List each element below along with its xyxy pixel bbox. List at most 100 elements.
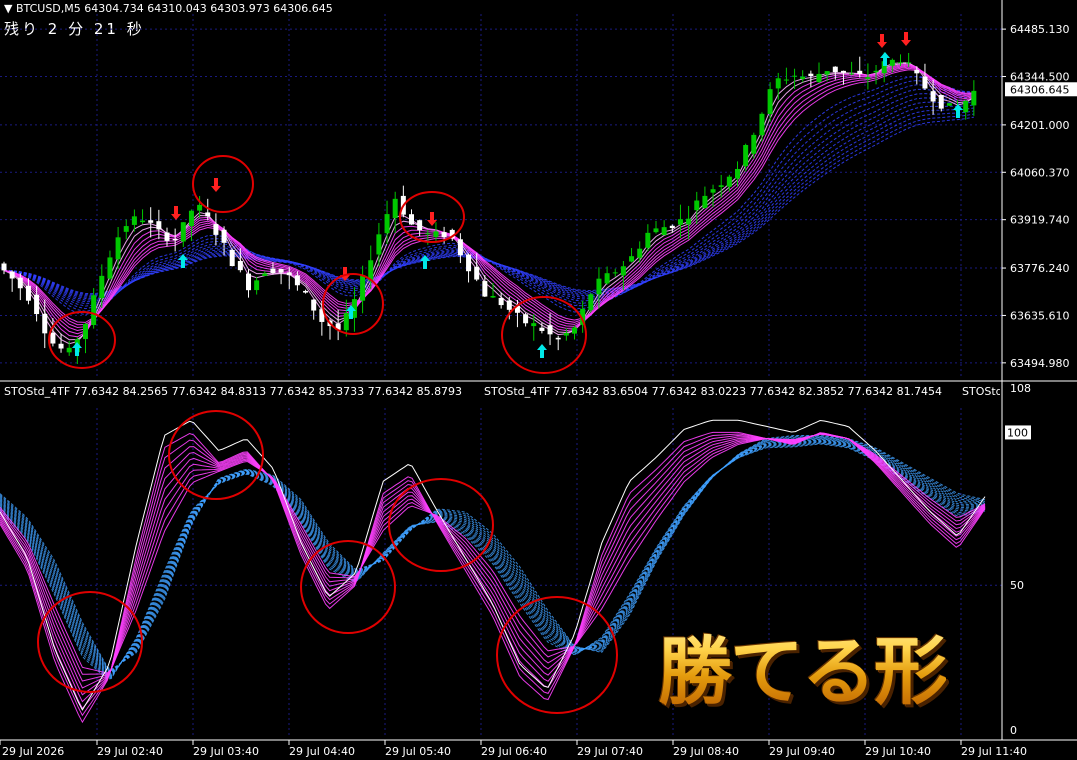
candle-body xyxy=(83,323,88,340)
candle-body xyxy=(311,299,317,311)
candle-body xyxy=(946,103,952,106)
candle-body xyxy=(482,281,488,297)
candle-body xyxy=(906,62,912,64)
time-tick-label: 29 Jul 07:40 xyxy=(577,745,643,758)
candle-body xyxy=(254,280,260,291)
candle-body xyxy=(278,269,284,273)
current-price-label: 64306.645 xyxy=(1010,83,1070,96)
candle-body xyxy=(506,300,512,310)
candle-body xyxy=(197,204,203,211)
candle-body xyxy=(66,347,72,353)
candle-body xyxy=(466,254,472,272)
candle-body xyxy=(849,73,855,75)
time-tick-label: 29 Jul 10:40 xyxy=(865,745,931,758)
candle-body xyxy=(694,200,700,211)
candle-body xyxy=(710,189,716,193)
candle-body xyxy=(816,73,822,83)
candle-body xyxy=(531,323,537,327)
candle-body xyxy=(840,70,846,73)
candle-body xyxy=(971,90,977,106)
candle-body xyxy=(759,113,765,136)
candle-body xyxy=(767,89,773,114)
candle-body xyxy=(115,237,121,260)
candle-body xyxy=(107,257,113,279)
ma-fast-line xyxy=(3,63,975,338)
candle-body xyxy=(229,249,235,267)
candle-body xyxy=(425,233,431,235)
candle-body xyxy=(783,79,789,81)
candle-body xyxy=(661,227,667,236)
candle-body xyxy=(596,278,602,295)
candle-body xyxy=(800,76,806,79)
candles xyxy=(1,52,977,364)
buy-arrow-icon xyxy=(537,344,547,358)
time-tick-label: 29 Jul 02:40 xyxy=(97,745,163,758)
candle-body xyxy=(42,313,48,334)
candle-body xyxy=(629,256,635,262)
ma-fast-line xyxy=(3,62,975,341)
candle-body xyxy=(832,66,838,73)
candle-body xyxy=(1,263,7,271)
time-tick-label: 29 Jul 04:40 xyxy=(289,745,355,758)
time-tick-label: 29 Jul 09:40 xyxy=(769,745,835,758)
candle-body xyxy=(140,220,146,223)
candle-body xyxy=(457,239,463,256)
candle-body xyxy=(286,272,292,276)
candle-body xyxy=(938,95,944,109)
time-tick-label: 29 Jul 08:40 xyxy=(673,745,739,758)
highlight-circle xyxy=(300,540,396,634)
candle-body xyxy=(294,275,300,286)
time-tick-label: 29 Jul 06:40 xyxy=(481,745,547,758)
candle-body xyxy=(376,234,382,255)
candle-body xyxy=(555,337,561,340)
candle-body xyxy=(213,224,219,235)
candle-body xyxy=(34,294,40,315)
candle-body xyxy=(50,332,56,344)
ma-fast-line xyxy=(3,69,974,323)
candle-body xyxy=(743,145,749,167)
price-tick-label: 63919.740 xyxy=(1010,214,1070,227)
candle-body xyxy=(131,216,137,225)
candle-body xyxy=(9,271,15,279)
candle-body xyxy=(58,343,64,349)
price-tick-label: 63635.610 xyxy=(1010,309,1070,322)
candle-body xyxy=(726,176,732,187)
candle-body xyxy=(343,313,349,331)
candle-body xyxy=(792,75,798,77)
candle-body xyxy=(751,134,757,154)
candle-body xyxy=(490,295,496,298)
candle-body xyxy=(563,333,569,336)
candle-body xyxy=(409,214,414,225)
candle-body xyxy=(669,225,675,229)
ma-slow-line xyxy=(3,107,974,298)
highlight-circle xyxy=(496,596,618,714)
candle-body xyxy=(686,218,692,225)
osc-tick-label: 100 xyxy=(1007,426,1028,439)
time-tick-label: 29 Jul 2026 xyxy=(2,745,64,758)
candle-body xyxy=(498,297,504,306)
candle-body xyxy=(474,266,480,280)
candle-body xyxy=(156,221,162,230)
ma-fast-line xyxy=(3,62,975,345)
highlight-circle xyxy=(48,311,116,369)
candle-body xyxy=(188,210,194,226)
sell-arrow-icon xyxy=(211,178,221,192)
sell-arrow-icon xyxy=(171,206,181,220)
osc-tick-label: 108 xyxy=(1010,382,1031,395)
time-tick-label: 29 Jul 11:40 xyxy=(961,745,1027,758)
price-tick-label: 64344.500 xyxy=(1010,71,1070,84)
candle-body xyxy=(865,77,871,80)
candle-body xyxy=(645,232,651,248)
candle-body xyxy=(384,214,390,234)
candle-body xyxy=(963,100,969,113)
candle-body xyxy=(735,168,740,179)
candle-body xyxy=(808,73,814,77)
candle-body xyxy=(221,229,227,243)
candle-body xyxy=(123,226,129,232)
chart-window: { "header": { "symbol": "BTCUSD,M5", "oh… xyxy=(0,0,1077,760)
candle-body xyxy=(653,228,659,233)
ma-fast-line xyxy=(3,66,974,329)
price-tick-label: 64201.000 xyxy=(1010,119,1070,132)
candle-body xyxy=(930,91,936,102)
price-tick-label: 64485.130 xyxy=(1010,23,1070,36)
